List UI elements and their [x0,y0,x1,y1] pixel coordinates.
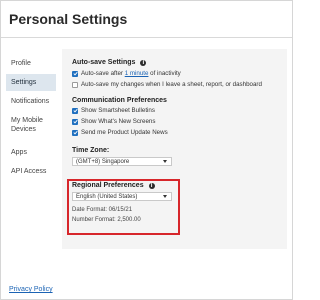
timezone-heading: Time Zone: [72,147,109,154]
sidebar-item-settings[interactable]: Settings [6,74,56,91]
timezone-heading-text: Time Zone: [72,147,110,154]
check-icon [72,71,78,76]
sidebar: Profile Settings Notifications My Mobile… [6,55,56,180]
communication-heading-text: Communication Preferences [72,97,167,104]
sidebar-item-notifications[interactable]: Notifications [6,93,56,110]
autosave-heading: Auto-save Settings i [72,59,147,66]
settings-window: Personal Settings Profile Settings Notif… [0,0,293,300]
autosave-leave-label: Auto-save my changes when I leave a shee… [81,81,262,88]
check-icon [72,108,78,113]
bulletins-label: Show Smartsheet Bulletins [81,107,155,114]
product-news-checkbox[interactable] [72,129,78,136]
comm-option-whats-new: Show What's New Screens [72,118,155,125]
autosave-leave-checkbox[interactable] [72,81,78,88]
timezone-value: (GMT+8) Singapore [76,158,130,165]
comm-option-bulletins: Show Smartsheet Bulletins [72,107,155,114]
check-icon [72,130,78,135]
autosave-option-leave: Auto-save my changes when I leave a shee… [72,81,262,88]
autosave-inactivity-prefix: Auto-save after [81,70,123,77]
sidebar-item-apps[interactable]: Apps [6,144,56,161]
info-icon[interactable]: i [140,59,147,66]
privacy-policy-link[interactable]: Privacy Policy [9,286,53,293]
sidebar-item-my-mobile-devices[interactable]: My Mobile Devices [6,112,56,138]
check-icon [72,119,78,124]
communication-heading: Communication Preferences [72,97,167,104]
bulletins-checkbox[interactable] [72,107,78,114]
sidebar-item-profile[interactable]: Profile [6,55,56,72]
autosave-option-inactivity: Auto-save after 1 minute of inactivity [72,70,181,77]
regional-preferences-highlight [67,179,180,235]
autosave-inactivity-checkbox[interactable] [72,70,78,77]
timezone-select[interactable]: (GMT+8) Singapore [72,157,172,166]
product-news-label: Send me Product Update News [81,129,168,136]
comm-option-product-news: Send me Product Update News [72,129,168,136]
autosave-heading-text: Auto-save Settings [72,59,136,66]
whats-new-checkbox[interactable] [72,118,78,125]
autosave-inactivity-suffix: of inactivity [150,70,181,77]
autosave-interval-link[interactable]: 1 minute [125,70,149,77]
sidebar-item-api-access[interactable]: API Access [6,163,56,180]
whats-new-label: Show What's New Screens [81,118,156,125]
chevron-down-icon [163,160,167,163]
page-title: Personal Settings [9,11,128,27]
title-divider [1,37,292,38]
